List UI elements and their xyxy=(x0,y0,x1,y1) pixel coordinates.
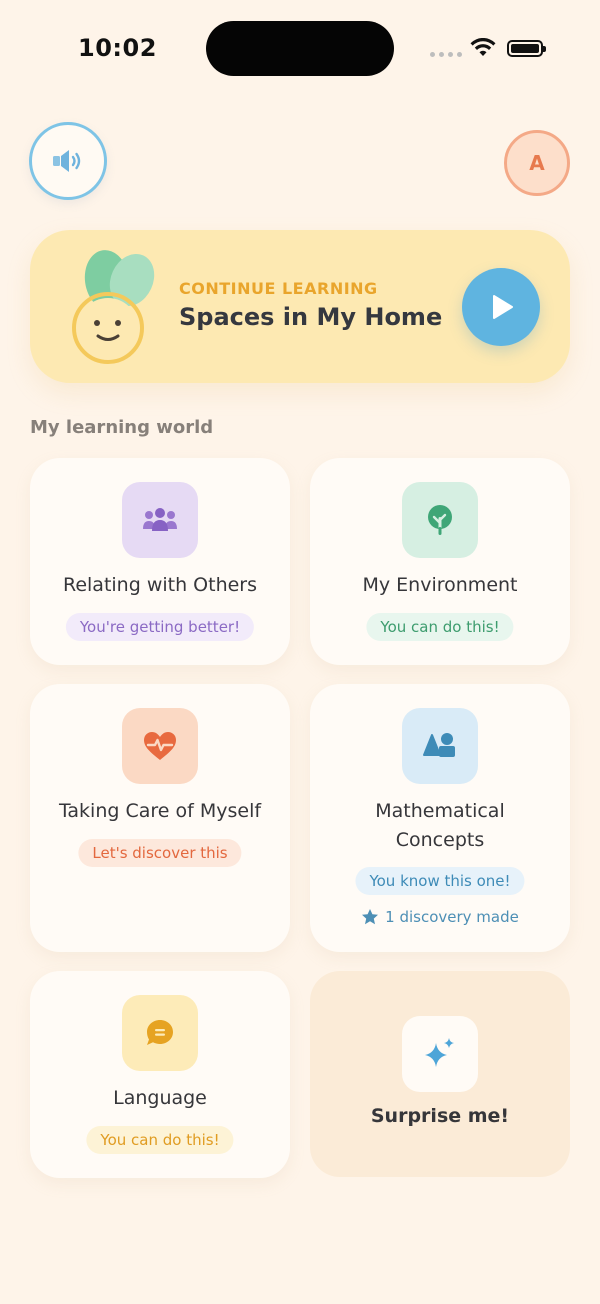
card-title-line-1: Mathematical xyxy=(375,800,505,822)
card-language[interactable]: Language You can do this! xyxy=(30,971,290,1178)
card-title-line-2: Concepts xyxy=(395,829,485,851)
continue-label: CONTINUE LEARNING xyxy=(179,279,378,298)
status-bar: 10:02 xyxy=(0,0,600,96)
icon-tile xyxy=(122,995,198,1071)
section-title: My learning world xyxy=(30,417,214,438)
icon-tile xyxy=(122,708,198,784)
wifi-icon xyxy=(470,38,496,56)
sparkles-icon xyxy=(425,1038,454,1067)
icon-tile xyxy=(402,482,478,558)
card-my-environment[interactable]: My Environment You can do this! xyxy=(310,458,570,665)
sound-button[interactable] xyxy=(29,122,107,200)
status-pill: You're getting better! xyxy=(65,613,255,641)
status-pill: Let's discover this xyxy=(78,839,242,867)
icon-tile xyxy=(402,708,478,784)
status-pill: You can do this! xyxy=(366,613,514,641)
continue-title: Spaces in My Home xyxy=(179,303,443,331)
speaker-icon xyxy=(53,150,81,172)
discovery-label: 1 discovery made xyxy=(385,908,519,926)
status-time: 10:02 xyxy=(78,34,157,62)
mascot-sprout-icon xyxy=(72,250,155,364)
play-icon xyxy=(493,295,513,319)
battery-icon xyxy=(507,40,546,57)
chat-bubble-icon xyxy=(147,1020,173,1045)
status-pill: You can do this! xyxy=(86,1126,234,1154)
heart-pulse-icon xyxy=(144,732,176,760)
cellular-signal-icon xyxy=(430,52,462,57)
card-taking-care-of-myself[interactable]: Taking Care of Myself Let's discover thi… xyxy=(30,684,290,952)
status-pill: You know this one! xyxy=(355,867,525,895)
continue-learning-card[interactable]: CONTINUE LEARNING Spaces in My Home xyxy=(30,230,570,383)
tree-icon xyxy=(428,505,452,535)
dynamic-island xyxy=(206,21,394,76)
discovery-count: 1 discovery made xyxy=(310,908,570,926)
star-icon xyxy=(362,909,379,925)
profile-avatar[interactable]: A xyxy=(504,130,570,196)
card-relating-with-others[interactable]: Relating with Others You're getting bett… xyxy=(30,458,290,665)
card-title: Relating with Others xyxy=(62,574,258,596)
icon-tile xyxy=(402,1016,478,1092)
card-mathematical-concepts[interactable]: Mathematical Concepts You know this one!… xyxy=(310,684,570,952)
card-title: Taking Care of Myself xyxy=(58,800,262,822)
people-icon xyxy=(143,508,177,531)
card-title: My Environment xyxy=(362,574,518,596)
icon-tile xyxy=(122,482,198,558)
surprise-me-card[interactable]: Surprise me! xyxy=(310,971,570,1177)
surprise-label: Surprise me! xyxy=(370,1105,510,1127)
shapes-icon xyxy=(423,733,455,757)
card-title: Language xyxy=(113,1087,207,1109)
play-button[interactable] xyxy=(462,268,540,346)
